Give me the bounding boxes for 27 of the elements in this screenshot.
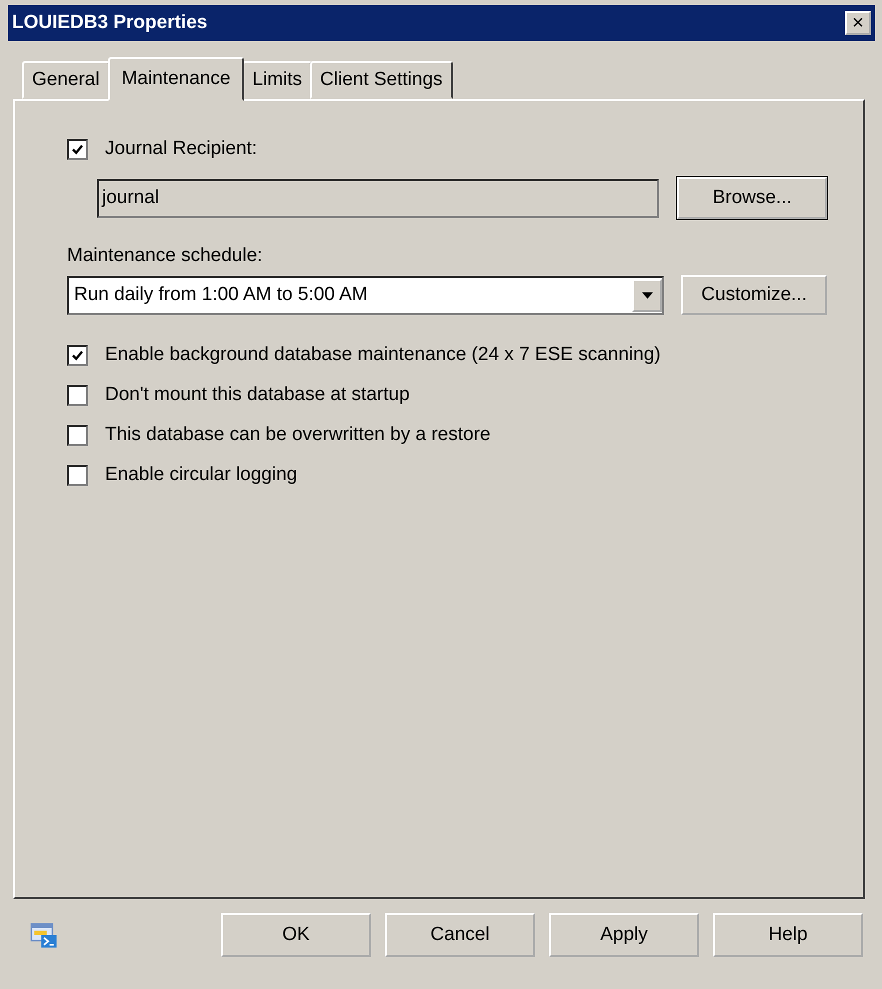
checkmark-icon <box>71 142 84 156</box>
checkbox[interactable] <box>67 138 88 160</box>
recipient-field[interactable]: journal <box>97 178 660 218</box>
checkbox[interactable] <box>67 344 88 366</box>
tab[interactable]: Maintenance <box>108 57 244 101</box>
checkbox[interactable] <box>67 424 88 446</box>
window-title: LOUIEDB3 Properties <box>12 12 208 34</box>
checkbox-label: Enable circular logging <box>105 464 298 486</box>
browse-button[interactable]: Browse... <box>677 177 827 219</box>
checkmark-icon <box>71 348 84 362</box>
checkbox-label: This database can be overwritten by a restore <box>105 424 490 446</box>
schedule-label: Maintenance schedule: <box>67 245 264 267</box>
console-window-icon <box>30 921 58 949</box>
dialog-button[interactable]: OK <box>221 913 371 957</box>
checkbox-label: Enable background database maintenance (24 x 7 ESE scanning) <box>105 344 661 366</box>
dialog-button[interactable]: Apply <box>549 913 699 957</box>
tab[interactable]: General <box>22 61 110 99</box>
dialog-button[interactable]: Cancel <box>385 913 535 957</box>
checkbox[interactable] <box>67 384 88 406</box>
tab[interactable]: Client Settings <box>310 61 453 99</box>
close-button[interactable]: × <box>845 11 871 35</box>
checkbox-label: Journal Recipient: <box>105 138 258 160</box>
schedule-dropdown[interactable]: Run daily from 1:00 AM to 5:00 AM <box>67 276 664 314</box>
checkbox[interactable] <box>67 464 88 486</box>
dialog-button[interactable]: Help <box>713 913 863 957</box>
customize-button[interactable]: Customize... <box>681 275 827 315</box>
checkbox-label: Don't mount this database at startup <box>105 384 410 406</box>
